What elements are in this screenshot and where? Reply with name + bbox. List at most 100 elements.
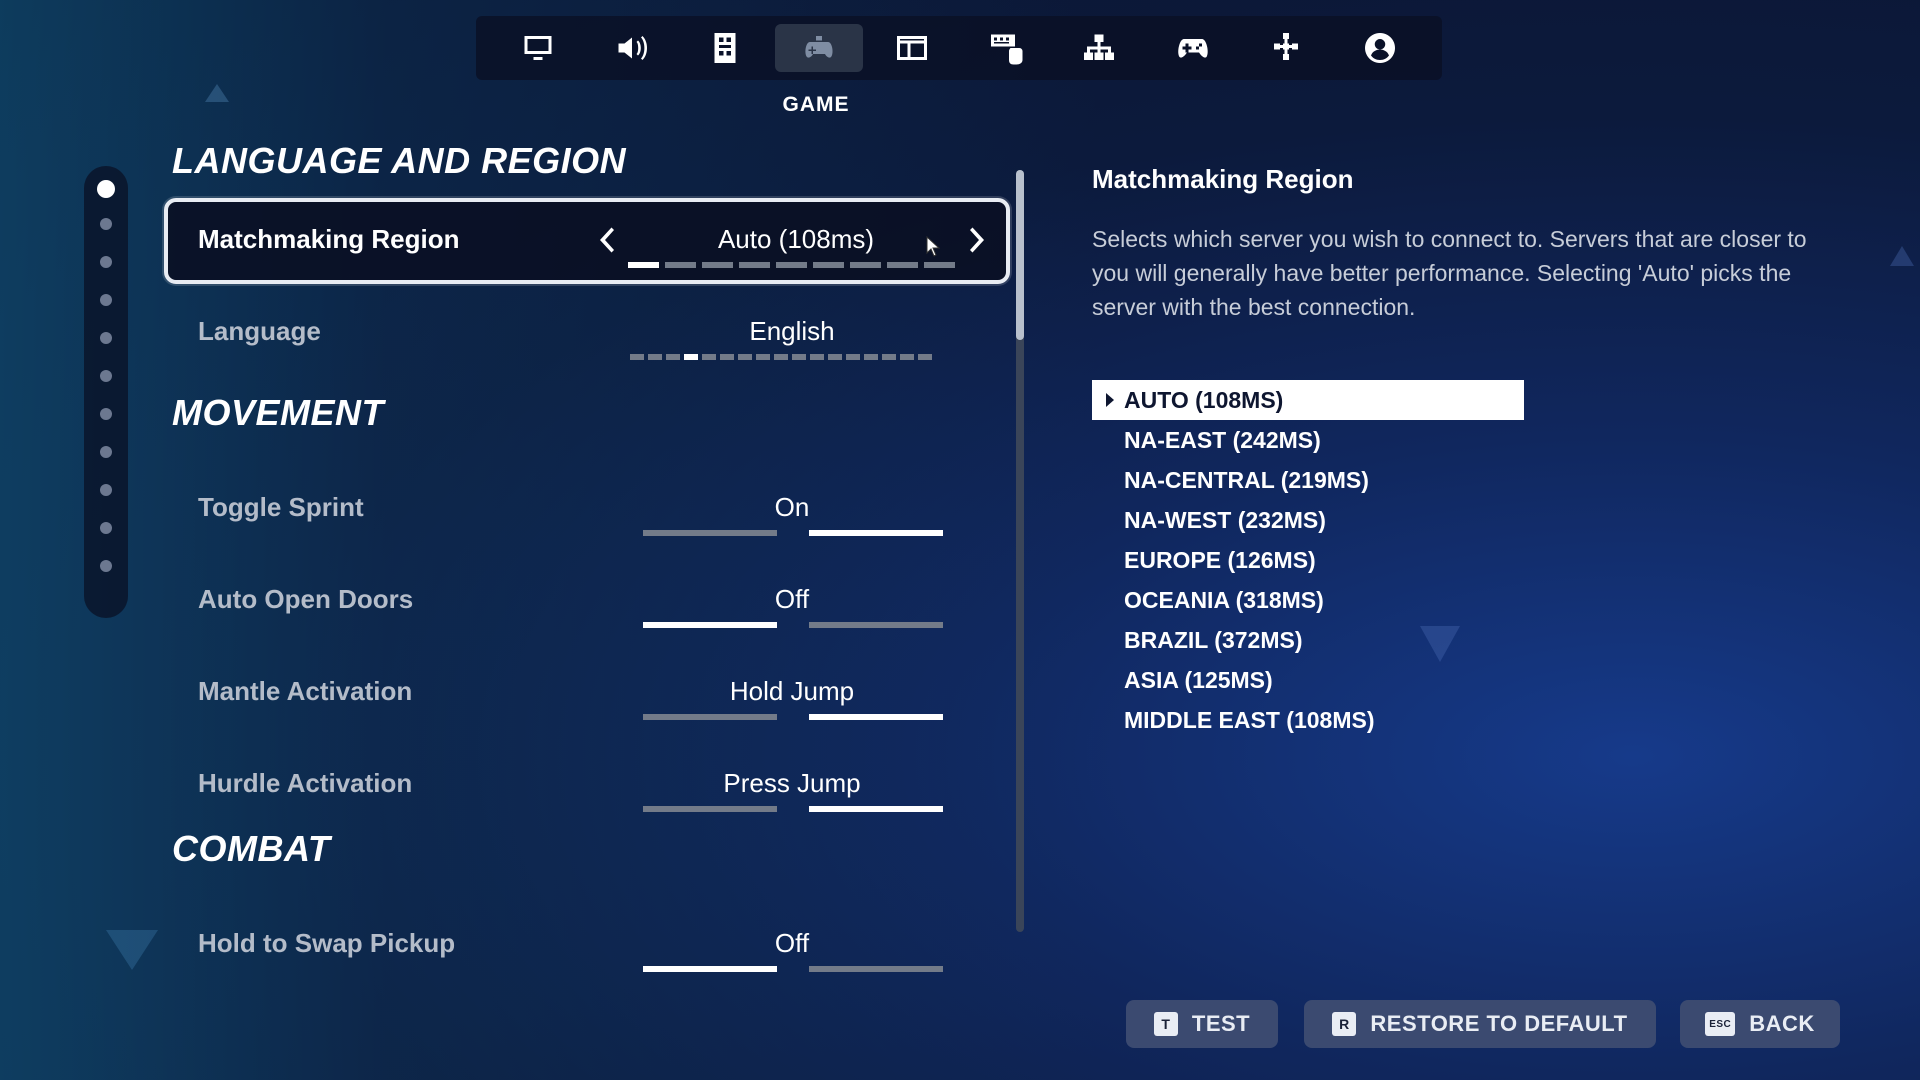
position-segment xyxy=(738,354,752,360)
scroll-dot[interactable] xyxy=(100,408,112,420)
scroll-dot[interactable] xyxy=(100,256,112,268)
setting-label: Hurdle Activation xyxy=(198,768,413,798)
decor-triangle xyxy=(1890,246,1914,266)
region-option-auto[interactable]: AUTO (108MS) xyxy=(1092,380,1524,420)
setting-label: Mantle Activation xyxy=(198,676,413,706)
setting-row-auto-open-doors[interactable]: Auto Open Doors Off xyxy=(166,560,1006,642)
setting-row-language[interactable]: Language English xyxy=(166,292,1006,374)
toggle-bar xyxy=(643,966,943,972)
region-option-oceania[interactable]: OCEANIA (318MS) xyxy=(1092,580,1524,620)
position-segment xyxy=(887,262,918,268)
setting-row-hold-to-swap-pickup[interactable]: Hold to Swap Pickup Off xyxy=(166,904,1006,986)
back-button[interactable]: ESC BACK xyxy=(1680,1000,1840,1048)
decor-triangle xyxy=(106,930,158,970)
setting-row-mantle-activation[interactable]: Mantle Activation Hold Jump xyxy=(166,652,1006,734)
tab-display[interactable] xyxy=(494,24,582,72)
keycap-r: R xyxy=(1332,1012,1357,1036)
scroll-dot[interactable] xyxy=(100,560,112,572)
hud-layout-icon xyxy=(897,36,928,60)
setting-row-matchmaking-region[interactable]: Matchmaking Region Auto (108ms) xyxy=(164,198,1010,284)
restore-button-label: RESTORE TO DEFAULT xyxy=(1370,1011,1628,1036)
chevron-left-icon xyxy=(600,227,614,253)
tab-controller-layout[interactable] xyxy=(1242,24,1330,72)
previous-option-button[interactable] xyxy=(600,226,618,254)
scroll-dot[interactable] xyxy=(100,370,112,382)
region-option-asia[interactable]: ASIA (125MS) xyxy=(1092,660,1524,700)
position-segment xyxy=(630,354,644,360)
tab-account[interactable] xyxy=(1336,24,1424,72)
section-title-movement: MOVEMENT xyxy=(172,392,385,433)
region-option-na-west[interactable]: NA-WEST (232MS) xyxy=(1092,500,1524,540)
option-label: OCEANIA (318MS) xyxy=(1124,587,1324,613)
region-options-list: AUTO (108MS) NA-EAST (242MS) NA-CENTRAL … xyxy=(1092,380,1524,740)
detail-description: Selects which server you wish to connect… xyxy=(1092,226,1807,320)
scroll-dot[interactable] xyxy=(100,294,112,306)
position-segment xyxy=(864,354,878,360)
scroll-dot[interactable] xyxy=(100,218,112,230)
tab-controller[interactable] xyxy=(1149,24,1237,72)
keyboard-mouse-icon xyxy=(990,34,1023,65)
scroll-dot[interactable] xyxy=(100,484,112,496)
region-option-europe[interactable]: EUROPE (126MS) xyxy=(1092,540,1524,580)
position-segment xyxy=(882,354,896,360)
toggle-segment-off xyxy=(643,530,777,536)
option-label: EUROPE (126MS) xyxy=(1124,547,1316,573)
keycap-t: T xyxy=(1153,1012,1178,1036)
toggle-segment-on xyxy=(809,622,943,628)
setting-row-toggle-sprint[interactable]: Toggle Sprint On xyxy=(166,468,1006,550)
restore-default-button[interactable]: R RESTORE TO DEFAULT xyxy=(1304,1000,1656,1048)
toggle-bar xyxy=(643,530,943,536)
position-segment xyxy=(792,354,806,360)
tab-game[interactable] xyxy=(774,24,863,72)
position-segment xyxy=(666,354,680,360)
tab-network[interactable] xyxy=(1055,24,1143,72)
selected-arrow-icon xyxy=(1106,393,1114,407)
settings-tab-bar xyxy=(476,16,1442,80)
settings-scrollbar-thumb[interactable] xyxy=(1016,170,1024,340)
position-segment xyxy=(900,354,914,360)
setting-label: Hold to Swap Pickup xyxy=(198,928,456,958)
option-label: NA-CENTRAL (219MS) xyxy=(1124,467,1369,493)
toggle-segment-on xyxy=(809,530,943,536)
toggle-segment-left xyxy=(643,714,777,720)
region-option-na-central[interactable]: NA-CENTRAL (219MS) xyxy=(1092,460,1524,500)
position-segment xyxy=(702,354,716,360)
setting-row-hurdle-activation[interactable]: Hurdle Activation Press Jump xyxy=(166,744,1006,826)
region-option-na-east[interactable]: NA-EAST (242MS) xyxy=(1092,420,1524,460)
chevron-right-icon xyxy=(970,227,984,253)
setting-value: Press Jump xyxy=(723,768,861,798)
region-option-middle-east[interactable]: MIDDLE EAST (108MS) xyxy=(1092,700,1524,740)
position-segment xyxy=(756,354,770,360)
option-label: ASIA (125MS) xyxy=(1124,667,1273,693)
toggle-bar xyxy=(643,714,943,720)
scroll-dot[interactable] xyxy=(100,332,112,344)
scroll-dot[interactable] xyxy=(100,446,112,458)
setting-label: Language xyxy=(198,316,321,346)
setting-label: Matchmaking Region xyxy=(198,224,460,254)
tab-hud[interactable] xyxy=(868,24,956,72)
scroll-dot[interactable] xyxy=(100,522,112,534)
region-option-brazil[interactable]: BRAZIL (372MS) xyxy=(1092,620,1524,660)
position-segment xyxy=(720,354,734,360)
tab-keyboard-mouse[interactable] xyxy=(962,24,1050,72)
next-option-button[interactable] xyxy=(966,226,984,254)
toggle-segment-right xyxy=(809,806,943,812)
gamepad-icon xyxy=(1178,39,1208,58)
toggle-segment-right xyxy=(809,714,943,720)
detail-title: Matchmaking Region xyxy=(1092,164,1354,194)
position-segment xyxy=(846,354,860,360)
toggle-segment-off xyxy=(643,966,777,972)
position-segment xyxy=(924,262,955,268)
setting-label: Toggle Sprint xyxy=(198,492,364,522)
toggle-segment-left xyxy=(643,806,777,812)
position-segment xyxy=(810,354,824,360)
scroll-dot-active[interactable] xyxy=(97,180,115,198)
position-segment xyxy=(813,262,844,268)
position-segment xyxy=(828,354,842,360)
setting-value: Off xyxy=(774,584,810,614)
test-button[interactable]: T TEST xyxy=(1126,1000,1278,1048)
setting-value: Auto (108ms) xyxy=(717,224,875,254)
decor-triangle xyxy=(205,84,229,102)
tab-audio[interactable] xyxy=(588,24,676,72)
tab-accessibility[interactable] xyxy=(681,24,769,72)
